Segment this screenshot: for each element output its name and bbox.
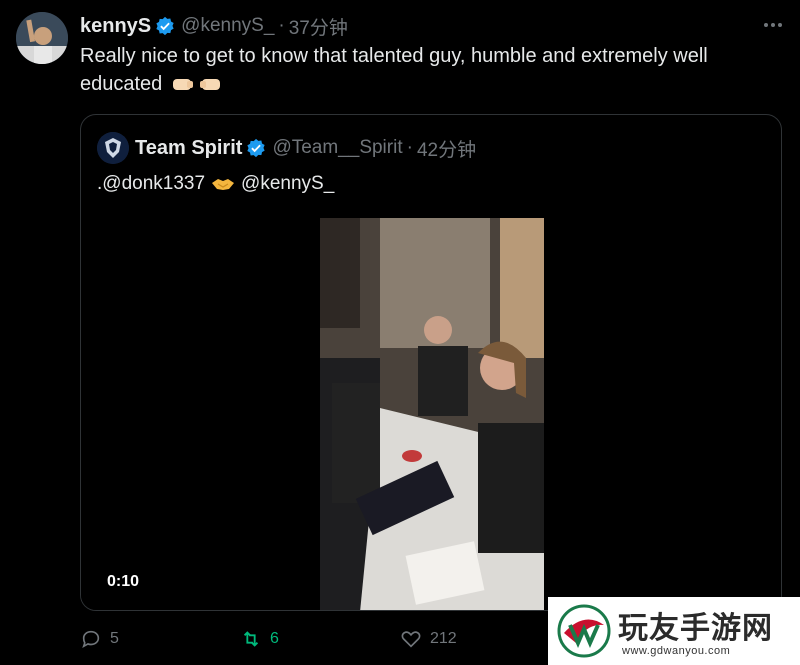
heart-icon bbox=[401, 631, 421, 648]
retweet-button[interactable]: 6 bbox=[240, 628, 279, 650]
video-still-image bbox=[320, 218, 544, 610]
more-icon[interactable] bbox=[762, 14, 784, 42]
reply-icon bbox=[82, 630, 100, 649]
quoted-tweet[interactable]: Team Spirit @Team__Spirit · 42分钟 .@donk1… bbox=[80, 114, 782, 611]
mention-kennys[interactable]: @kennyS_ bbox=[241, 173, 334, 195]
quote-time[interactable]: 42分钟 bbox=[417, 135, 476, 162]
mention-donk[interactable]: .@donk1337 bbox=[97, 173, 205, 195]
tweet-text: Really nice to get to know that talented… bbox=[80, 42, 770, 98]
quote-author-handle[interactable]: @Team__Spirit bbox=[272, 137, 402, 159]
avatar-image bbox=[16, 12, 68, 64]
tweet-time[interactable]: 37分钟 bbox=[289, 13, 348, 40]
quote-author-name[interactable]: Team Spirit bbox=[135, 137, 242, 160]
quote-text: .@donk1337 @kennyS_ bbox=[97, 173, 334, 195]
retweet-icon bbox=[243, 631, 259, 647]
author-name[interactable]: kennyS bbox=[80, 15, 151, 38]
retweet-count: 6 bbox=[270, 630, 279, 647]
quote-author-avatar[interactable] bbox=[97, 132, 129, 164]
video-player[interactable]: 0:10 bbox=[81, 218, 781, 610]
separator: · bbox=[406, 137, 413, 158]
watermark-logo-icon bbox=[557, 604, 611, 658]
separator: · bbox=[278, 15, 285, 36]
quote-header: Team Spirit @Team__Spirit · 42分钟 bbox=[97, 131, 476, 165]
author-handle[interactable]: @kennyS_ bbox=[181, 15, 274, 37]
reply-count: 5 bbox=[110, 630, 119, 647]
verified-badge-icon bbox=[247, 138, 266, 158]
watermark-title: 玩友手游网 bbox=[618, 611, 773, 646]
left-facing-fist-icon bbox=[172, 79, 193, 90]
handshake-icon bbox=[212, 179, 235, 190]
tweet-header: kennyS @kennyS_ · 37分钟 bbox=[80, 12, 780, 40]
like-count: 212 bbox=[430, 630, 457, 647]
watermark-url: www.gdwanyou.com bbox=[622, 645, 731, 657]
verified-badge-icon bbox=[156, 16, 174, 36]
site-watermark: 玩友手游网 www.gdwanyou.com bbox=[548, 597, 800, 665]
video-frame[interactable] bbox=[320, 218, 544, 610]
like-button[interactable]: 212 bbox=[400, 628, 457, 650]
reply-button[interactable]: 5 bbox=[80, 628, 119, 650]
right-facing-fist-icon bbox=[199, 79, 220, 90]
author-avatar[interactable] bbox=[16, 12, 68, 64]
video-timestamp: 0:10 bbox=[101, 571, 146, 593]
team-spirit-logo-icon bbox=[97, 132, 129, 164]
